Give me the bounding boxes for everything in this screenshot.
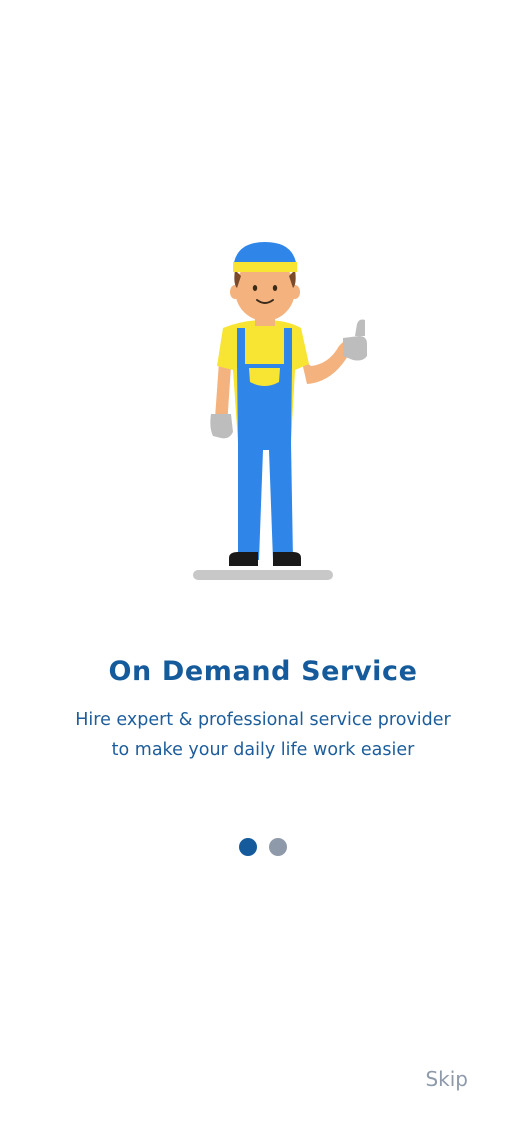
skip-button[interactable]: Skip bbox=[425, 1064, 468, 1094]
worker-left-ear bbox=[230, 285, 240, 299]
overall-pocket bbox=[249, 368, 280, 386]
worker-left-glove bbox=[210, 414, 233, 439]
page-indicator bbox=[0, 838, 526, 858]
worker-right-glove bbox=[343, 336, 367, 361]
worker-thumbs-up-illustration bbox=[193, 242, 367, 580]
description-line-2: to make your daily life work easier bbox=[111, 740, 415, 760]
ground-shadow bbox=[193, 570, 333, 580]
onboarding-screen: On Demand Service Hire expert & professi… bbox=[0, 0, 526, 1135]
onboarding-description: Hire expert & professional service provi… bbox=[40, 705, 486, 765]
worker-right-eye bbox=[272, 285, 278, 291]
onboarding-title: On Demand Service bbox=[108, 656, 418, 687]
page-indicator-dot-2[interactable] bbox=[269, 838, 287, 856]
worker-legs bbox=[238, 442, 293, 560]
overall-left-strap bbox=[237, 328, 245, 368]
worker-left-eye bbox=[252, 285, 258, 291]
overall-right-strap bbox=[284, 328, 292, 368]
cap-band bbox=[233, 262, 297, 272]
page-indicator-dot-1[interactable] bbox=[239, 838, 257, 856]
description-line-1: Hire expert & professional service provi… bbox=[75, 710, 451, 730]
worker-left-shoe bbox=[229, 552, 258, 566]
worker-right-shoe bbox=[273, 552, 301, 566]
worker-thumb bbox=[355, 319, 365, 336]
worker-right-ear bbox=[290, 285, 300, 299]
